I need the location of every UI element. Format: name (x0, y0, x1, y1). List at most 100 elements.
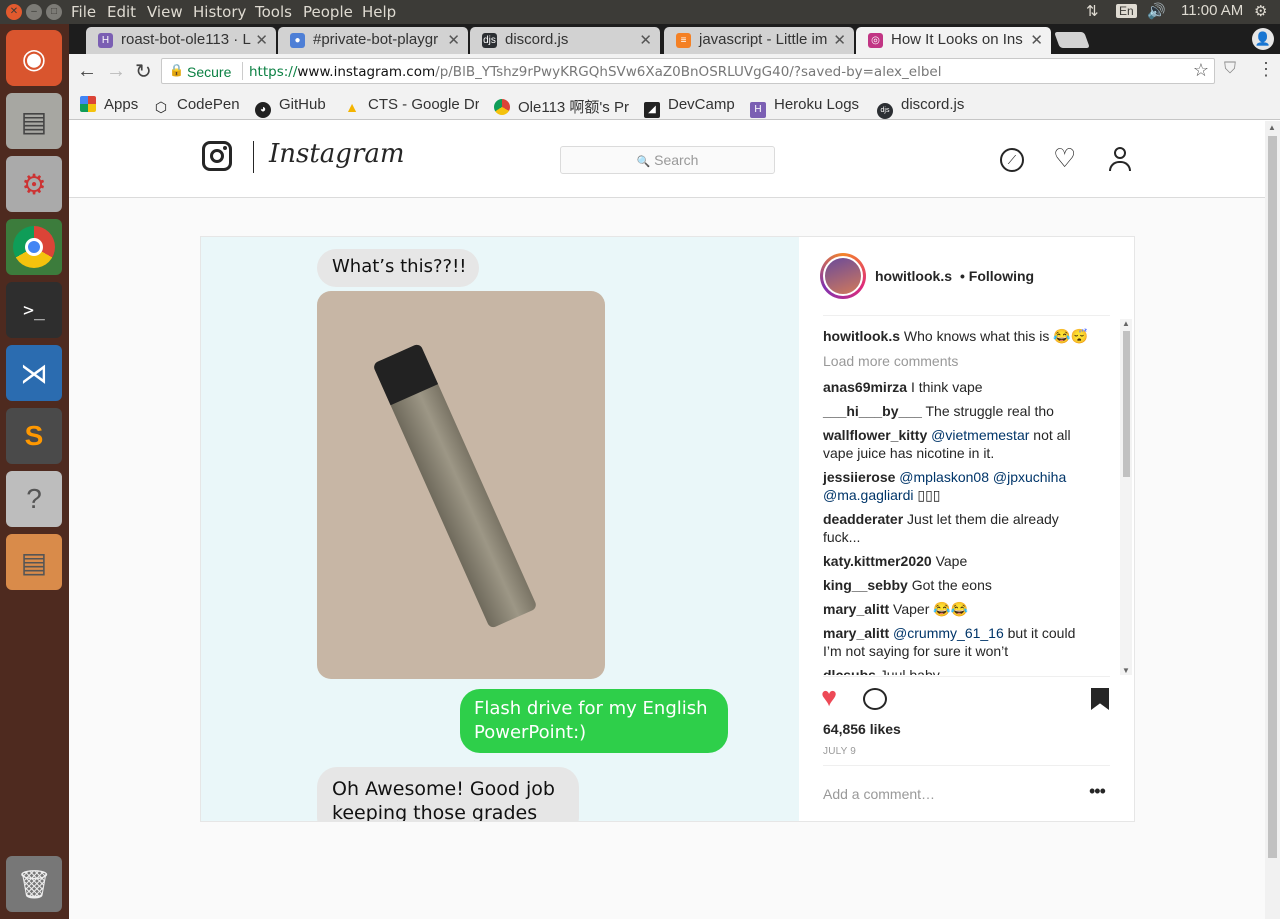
devcamp-icon: ◢ (644, 102, 660, 118)
vscode-icon[interactable]: ⋊ (6, 345, 62, 401)
comments-scrollbar[interactable]: ▲ ▼ (1120, 319, 1132, 675)
activity-heart-icon[interactable]: ♡ (1053, 143, 1076, 174)
comment-text: ▯▯▯ (917, 487, 941, 503)
files-cabinet-icon[interactable]: ▤ (6, 93, 62, 149)
stackoverflow-icon: ≡ (676, 33, 691, 48)
comment-bubble-icon[interactable] (863, 688, 887, 710)
terminal-icon[interactable]: >_ (6, 282, 62, 338)
tab-private-bot-playground[interactable]: ● #private-bot-playgr ✕ (278, 27, 468, 54)
archive-cabinet-icon[interactable]: ▤ (6, 534, 62, 590)
menu-history[interactable]: History (193, 3, 246, 21)
menu-file[interactable]: File (71, 3, 96, 21)
trash-icon[interactable]: 🗑 (6, 856, 62, 912)
comment-username[interactable]: mary_alitt (823, 601, 889, 617)
window-maximize-button[interactable]: □ (46, 4, 62, 20)
comment-mention[interactable]: @crummy_61_16 (893, 625, 1004, 641)
page-scroll-thumb[interactable] (1268, 136, 1277, 858)
tab-discord-js[interactable]: djs discord.js ✕ (470, 27, 660, 54)
network-updown-icon[interactable]: ⇅ (1086, 2, 1099, 20)
author-username[interactable]: howitlook.s (875, 268, 952, 284)
scroll-down-icon[interactable]: ▼ (1122, 666, 1130, 675)
clock[interactable]: 11:00 AM (1181, 2, 1243, 19)
bookmark-google-drive[interactable]: ▲ CTS - Google Dri (344, 96, 479, 115)
scroll-up-icon[interactable]: ▲ (1268, 123, 1276, 132)
author-avatar[interactable] (820, 253, 866, 299)
settings-gear-icon[interactable]: ⚙ (1254, 2, 1267, 20)
unknown-app-icon[interactable]: ? (6, 471, 62, 527)
heroku-icon: H (750, 102, 766, 118)
scroll-up-icon[interactable]: ▲ (1122, 319, 1130, 328)
tab-close-icon[interactable]: ✕ (1030, 31, 1043, 49)
tab-close-icon[interactable]: ✕ (447, 31, 460, 49)
bookmark-star-icon[interactable]: ☆ (1193, 60, 1209, 81)
system-settings-icon[interactable]: ⚙ (6, 156, 62, 212)
tab-close-icon[interactable]: ✕ (833, 31, 846, 49)
keyboard-layout-indicator[interactable]: En (1116, 4, 1137, 18)
extension-shield-icon[interactable]: ⛉ (1224, 60, 1236, 78)
back-arrow-icon[interactable]: ← (77, 60, 97, 83)
bookmark-devcamp[interactable]: ◢ DevCamp (644, 96, 735, 118)
bookmark-ole113-profile[interactable]: Ole113 啊额's Pr (494, 96, 631, 117)
save-bookmark-icon[interactable] (1091, 688, 1109, 710)
comment-username[interactable]: ___hi___by___ (823, 403, 922, 419)
bookmark-discord-js[interactable]: djs discord.js (877, 96, 964, 119)
bookmark-heroku-logs[interactable]: H Heroku Logs (750, 96, 859, 118)
volume-icon[interactable]: 🔊 (1147, 2, 1166, 20)
comment-mention[interactable]: @vietmemestar (931, 427, 1029, 443)
tab-stackoverflow[interactable]: ≡ javascript - Little im ✕ (664, 27, 854, 54)
comment-username[interactable]: wallflower_kitty (823, 427, 927, 443)
post-image[interactable]: What’s this??!! Flash drive for my Engli… (201, 237, 799, 821)
profile-icon[interactable]: 👤 (1252, 28, 1274, 50)
chrome-browser-icon[interactable] (6, 219, 62, 275)
window-minimize-button[interactable]: – (26, 4, 42, 20)
search-input[interactable]: 🔍 Search (560, 146, 775, 174)
more-options-icon[interactable]: ••• (1089, 781, 1106, 802)
window-close-button[interactable]: ✕ (6, 4, 22, 20)
page-scrollbar[interactable]: ▲ (1265, 121, 1280, 919)
comment: wallflower_kitty @vietmemestar not all v… (823, 426, 1093, 462)
scroll-thumb[interactable] (1123, 331, 1130, 477)
instagram-camera-logo-icon[interactable] (202, 141, 232, 171)
comment-username[interactable]: katy.kittmer2020 (823, 553, 932, 569)
caption-username[interactable]: howitlook.s (823, 328, 900, 344)
menu-tools[interactable]: Tools (255, 3, 292, 21)
add-comment-input[interactable]: Add a comment… (823, 786, 1083, 802)
tab-close-icon[interactable]: ✕ (255, 31, 268, 49)
explore-compass-icon[interactable]: ⟋ (1000, 148, 1024, 172)
load-more-comments-link[interactable]: Load more comments (823, 352, 1093, 370)
reload-icon[interactable]: ↻ (135, 59, 152, 84)
forward-arrow-icon[interactable]: → (106, 60, 126, 83)
menu-help[interactable]: Help (362, 3, 396, 21)
ubuntu-dash-icon[interactable]: ◉ (6, 30, 62, 86)
chrome-menu-icon[interactable]: ⋮ (1257, 59, 1275, 80)
likes-count[interactable]: 64,856 likes (823, 721, 901, 737)
like-heart-icon[interactable]: ♥ (821, 683, 837, 711)
comment: katy.kittmer2020 Vape (823, 552, 1093, 570)
tab-roast-bot[interactable]: H roast-bot-ole113 · L ✕ (86, 27, 276, 54)
profile-person-icon[interactable] (1109, 147, 1131, 173)
new-tab-button[interactable] (1054, 32, 1090, 48)
menu-edit[interactable]: Edit (107, 3, 136, 21)
follow-state[interactable]: • Following (960, 268, 1034, 284)
comment-username[interactable]: jessiierose (823, 469, 895, 485)
omnibox[interactable]: 🔒 Secure https://www.instagram.com/p/BlB… (161, 58, 1215, 84)
date-divider (823, 765, 1110, 766)
bookmark-apps[interactable]: Apps (80, 96, 138, 113)
sublime-text-icon[interactable]: S (6, 408, 62, 464)
menu-people[interactable]: People (303, 3, 353, 21)
discord-chat-icon: ● (290, 33, 305, 48)
github-icon: ◕ (255, 102, 271, 118)
comment-username[interactable]: king__sebby (823, 577, 908, 593)
comment-username[interactable]: mary_alitt (823, 625, 889, 641)
instagram-wordmark[interactable]: Instagram (269, 139, 405, 169)
comment-username[interactable]: anas69mirza (823, 379, 907, 395)
bookmark-codepen[interactable]: ⬡ CodePen (153, 96, 240, 115)
codepen-icon: ⬡ (154, 99, 168, 115)
menu-view[interactable]: View (147, 3, 183, 21)
comment-username[interactable]: dlcsubs (823, 667, 876, 675)
tab-close-icon[interactable]: ✕ (639, 31, 652, 49)
tab-instagram-active[interactable]: ◎ How It Looks on Ins ✕ (856, 27, 1051, 54)
comment-username[interactable]: deadderater (823, 511, 903, 527)
bookmark-label: Apps (104, 96, 139, 113)
bookmark-github[interactable]: ◕ GitHub (255, 96, 326, 118)
